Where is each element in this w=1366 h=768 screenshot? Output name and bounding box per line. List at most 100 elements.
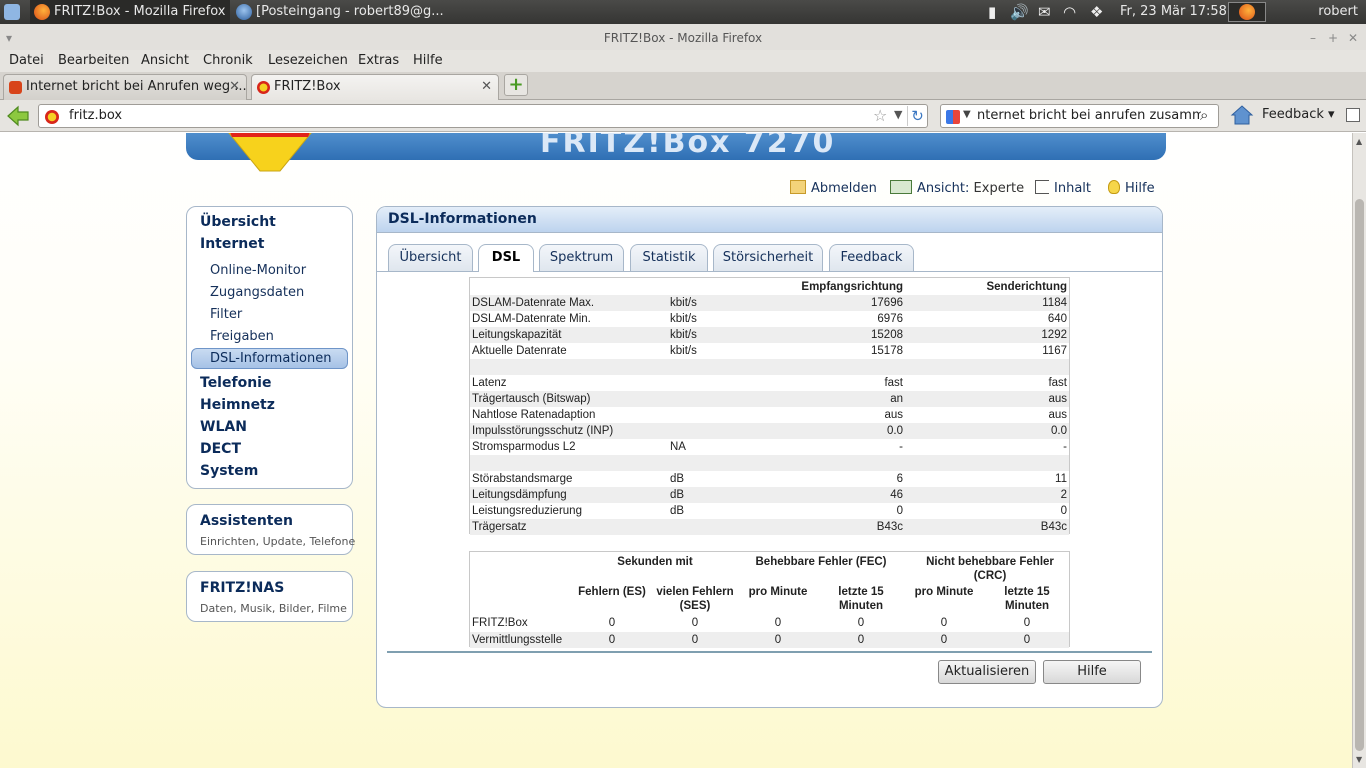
menu-bearbeiten[interactable]: Bearbeiten (58, 53, 129, 68)
sidebar-fritznas[interactable]: FRITZ!NAS Daten, Musik, Bilder, Filme (186, 571, 353, 622)
taskbar-item-firefox[interactable]: FRITZ!Box - Mozilla Firefox (30, 0, 230, 24)
browser-tab-forum[interactable]: Internet bricht bei Anrufen weg ... ✕ (3, 74, 247, 100)
sidebar-main: Übersicht Internet Online-Monitor Zugang… (186, 206, 353, 489)
sidebar-item-zugangsdaten[interactable]: Zugangsdaten (210, 285, 304, 300)
sidebar-item-telefonie[interactable]: Telefonie (200, 375, 271, 391)
bookmark-star-icon[interactable]: ☆ (873, 106, 887, 125)
volume-icon[interactable]: 🔊 (1010, 0, 1029, 24)
search-icon[interactable]: ⌕ (1200, 106, 1208, 124)
error-subheader: letzte 15 Minuten (838, 586, 884, 612)
menu-lesezeichen[interactable]: Lesezeichen (268, 53, 348, 68)
row-label: Aktuelle Datenrate (472, 345, 567, 357)
os-menu-icon[interactable] (4, 4, 20, 20)
logout-link[interactable]: Abmelden (790, 180, 877, 196)
new-tab-button[interactable]: + (504, 74, 528, 96)
row-upstream: 1292 (1041, 329, 1067, 341)
tab-close-icon[interactable]: ✕ (229, 75, 240, 99)
sidebar-item-uebersicht[interactable]: Übersicht (200, 214, 276, 230)
page-viewport: FRITZ!Box 7270 Abmelden Ansicht: Experte… (0, 133, 1352, 768)
maximize-icon[interactable]: + (1328, 24, 1338, 52)
wifi-icon[interactable]: ◠ (1063, 0, 1076, 24)
feedback-toolbar-button[interactable]: Feedback ▾ (1262, 107, 1335, 122)
row-label: DSLAM-Datenrate Min. (472, 313, 591, 325)
tab-stoersicherheit[interactable]: Störsicherheit (713, 244, 823, 271)
window-title: FRITZ!Box - Mozilla Firefox (603, 31, 763, 45)
tab-statistik[interactable]: Statistik (630, 244, 708, 271)
help-bulb-icon (1108, 180, 1120, 194)
row-downstream: B43c (876, 521, 903, 533)
sidebar-assistants[interactable]: Assistenten Einrichten, Update, Telefone (186, 504, 355, 555)
table-row: Trägersatz B43c B43c (470, 519, 1069, 535)
sidebar-item-heimnetz[interactable]: Heimnetz (200, 397, 275, 413)
navigation-toolbar: fritz.box ☆ ▼ ↻ ▼ nternet bricht bei anr… (0, 100, 1366, 132)
close-icon[interactable]: ✕ (1348, 24, 1358, 52)
url-bar[interactable]: fritz.box ☆ ▼ ↻ (38, 104, 928, 128)
content-label: Inhalt (1054, 181, 1091, 196)
row-upstream: 0.0 (1051, 425, 1067, 437)
fritz-logo-icon[interactable] (220, 133, 320, 175)
sidebar-item-internet[interactable]: Internet (200, 236, 264, 252)
view-mode-link[interactable]: Ansicht: Experte (890, 180, 1024, 196)
firefox-tray-icon[interactable] (1228, 2, 1266, 22)
scrollbar-thumb[interactable] (1355, 199, 1364, 751)
dropbox-icon[interactable]: ❖ (1090, 0, 1103, 24)
user-name[interactable]: robert (1318, 0, 1358, 24)
engine-dropdown-icon[interactable]: ▼ (963, 109, 971, 120)
row-upstream: 1184 (1042, 297, 1067, 309)
home-icon[interactable] (1230, 103, 1254, 127)
tab-dsl[interactable]: DSL (478, 244, 534, 272)
scroll-up-arrow-icon[interactable]: ▲ (1356, 137, 1362, 146)
sidebar-item-filter[interactable]: Filter (210, 307, 242, 322)
group-header-fec: Behebbare Fehler (FEC) (755, 556, 887, 568)
menu-datei[interactable]: Datei (9, 53, 44, 68)
clock[interactable]: Fr, 23 Mär 17:58 (1120, 0, 1227, 24)
row-unit: dB (670, 473, 685, 485)
row-value: 0 (774, 617, 782, 629)
google-engine-icon[interactable] (946, 110, 960, 124)
help-link[interactable]: Hilfe (1108, 180, 1155, 196)
error-subheader: pro Minute (914, 586, 974, 598)
back-arrow-icon[interactable] (6, 104, 30, 128)
sidebar-item-system[interactable]: System (200, 463, 258, 479)
sidebar-item-online-monitor[interactable]: Online-Monitor (210, 263, 306, 278)
assistants-title[interactable]: Assistenten (200, 513, 293, 529)
row-unit: NA (670, 441, 686, 453)
row-upstream: aus (1048, 409, 1067, 421)
tab-spektrum[interactable]: Spektrum (539, 244, 624, 271)
tab-close-icon[interactable]: ✕ (481, 75, 492, 99)
search-bar[interactable]: ▼ nternet bricht bei anrufen zusammen ⌕ (940, 104, 1219, 128)
nas-title[interactable]: FRITZ!NAS (200, 580, 284, 596)
browser-tab-fritzbox[interactable]: FRITZ!Box ✕ (251, 74, 499, 100)
sidebar-item-freigaben[interactable]: Freigaben (210, 329, 274, 344)
reload-icon[interactable]: ↻ (907, 106, 927, 126)
error-subheader: letzte 15 Minuten (1004, 586, 1050, 612)
tab-feedback[interactable]: Feedback (829, 244, 914, 271)
search-input[interactable]: nternet bricht bei anrufen zusammen (977, 108, 1201, 123)
url-dropdown-icon[interactable]: ▼ (894, 108, 902, 121)
menu-hilfe[interactable]: Hilfe (413, 53, 443, 68)
sidebar-item-dsl-informationen[interactable]: DSL-Informationen (210, 351, 331, 366)
site-identity-icon[interactable] (45, 110, 59, 124)
table-row: Leitungskapazität kbit/s 15208 1292 (470, 327, 1069, 343)
window-menu-icon[interactable]: ▾ (6, 24, 12, 52)
scroll-down-arrow-icon[interactable]: ▼ (1356, 755, 1362, 764)
menu-ansicht[interactable]: Ansicht (141, 53, 189, 68)
menu-extras[interactable]: Extras (358, 53, 399, 68)
content-link[interactable]: Inhalt (1035, 180, 1091, 196)
url-text[interactable]: fritz.box (69, 108, 122, 123)
sidebar-item-wlan[interactable]: WLAN (200, 419, 247, 435)
row-downstream: - (899, 441, 903, 453)
sidebar-item-dect[interactable]: DECT (200, 441, 241, 457)
battery-icon[interactable]: ▮ (988, 0, 996, 24)
toolbar-overflow-icon[interactable] (1346, 108, 1360, 122)
vertical-scrollbar[interactable]: ▲ ▼ (1352, 133, 1366, 768)
refresh-button[interactable]: Aktualisieren (938, 660, 1036, 684)
mail-icon[interactable]: ✉ (1038, 0, 1051, 24)
row-label: Leistungsreduzierung (472, 505, 582, 517)
taskbar-item-thunderbird[interactable]: [Posteingang - robert89@g... (232, 0, 444, 24)
menu-chronik[interactable]: Chronik (203, 53, 253, 68)
help-button[interactable]: Hilfe (1043, 660, 1141, 684)
row-downstream: an (890, 393, 903, 405)
minimize-icon[interactable]: – (1310, 24, 1316, 52)
tab-uebersicht[interactable]: Übersicht (388, 244, 473, 271)
